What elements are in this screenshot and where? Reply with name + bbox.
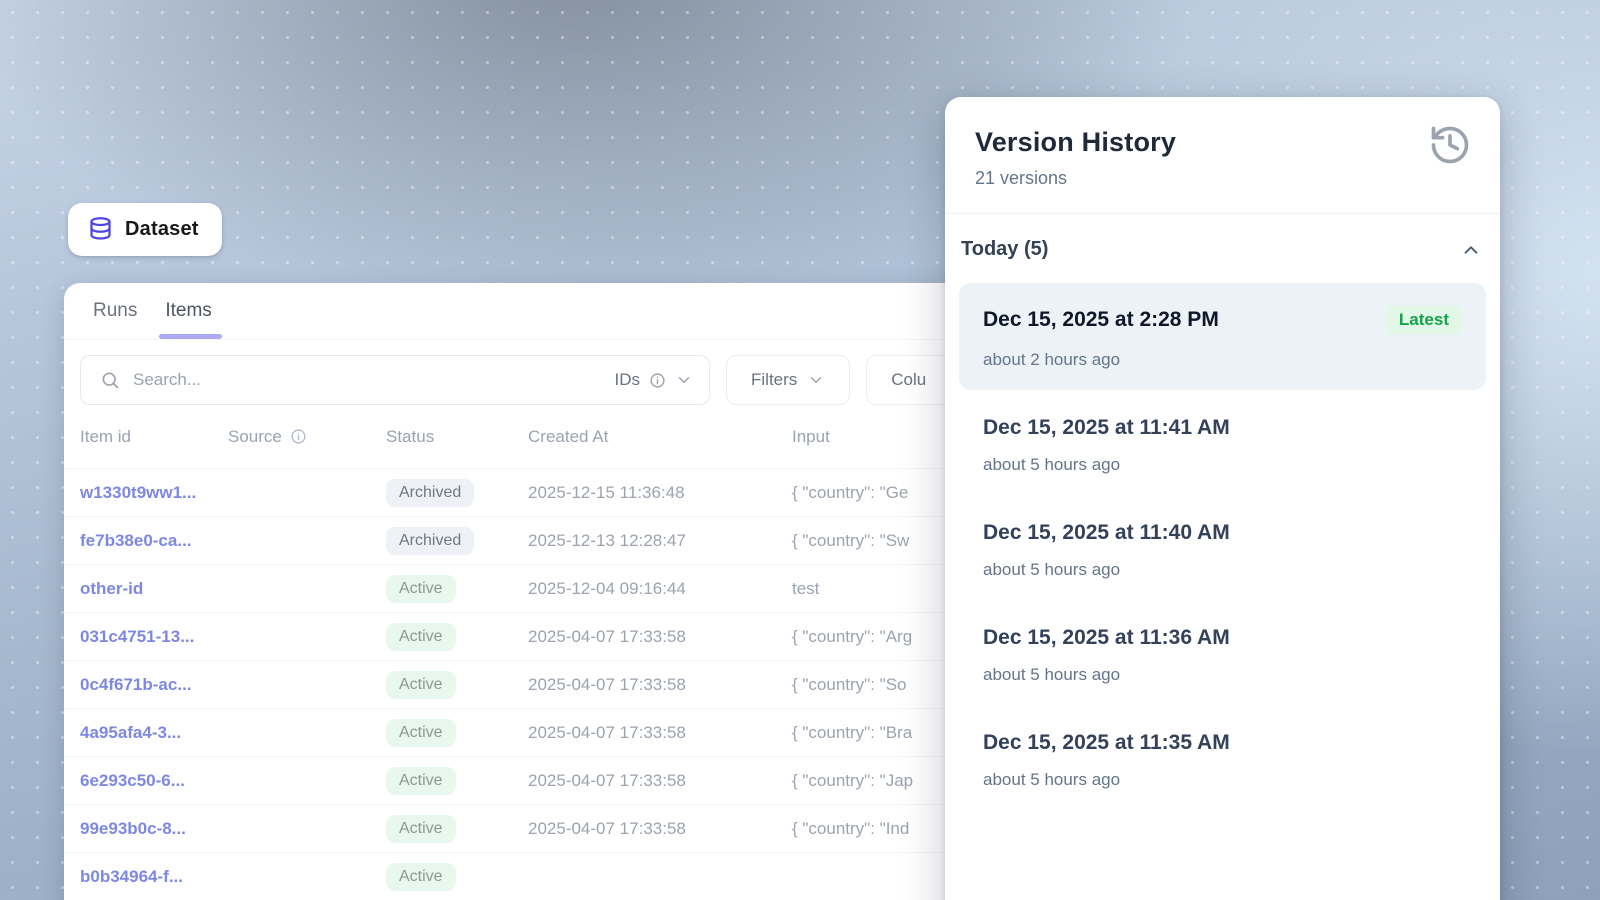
created-at-cell: 2025-04-07 17:33:58 [528,723,792,743]
filters-button-label: Filters [751,370,797,390]
version-relative-time: about 5 hours ago [983,560,1462,580]
chevron-up-icon[interactable] [1460,239,1482,261]
status-badge: Archived [386,527,474,555]
version-date: Dec 15, 2025 at 2:28 PM [983,308,1219,332]
version-date: Dec 15, 2025 at 11:40 AM [983,521,1230,545]
history-icon [1428,123,1472,167]
version-history-title: Version History [975,127,1470,158]
item-id-link[interactable]: other-id [80,579,143,598]
column-header-item-id: Item id [80,427,228,447]
item-id-link[interactable]: 6e293c50-6... [80,771,185,790]
tab-runs[interactable]: Runs [93,300,137,339]
status-badge: Active [386,623,456,651]
version-relative-time: about 5 hours ago [983,665,1462,685]
item-id-link[interactable]: 0c4f671b-ac... [80,675,192,694]
columns-button-label: Colu [891,370,926,390]
search-input[interactable] [133,370,602,390]
item-id-link[interactable]: 99e93b0c-8... [80,819,186,838]
version-history-panel: Version History 21 versions Today (5) De… [945,97,1500,900]
latest-badge: Latest [1386,305,1462,335]
version-history-header: Version History 21 versions [945,97,1500,214]
version-entry[interactable]: Dec 15, 2025 at 11:41 AM about 5 hours a… [959,394,1486,495]
status-badge: Active [386,767,456,795]
column-header-created-at: Created At [528,427,792,447]
tab-items[interactable]: Items [165,300,211,339]
database-icon [87,216,114,243]
search-box[interactable]: IDs [80,355,710,405]
chevron-down-icon [675,371,693,389]
column-header-source: Source [228,427,386,447]
created-at-cell: 2025-04-07 17:33:58 [528,627,792,647]
version-relative-time: about 5 hours ago [983,770,1462,790]
version-count: 21 versions [975,168,1470,189]
created-at-cell: 2025-04-07 17:33:58 [528,819,792,839]
status-badge: Active [386,575,456,603]
version-entries-list: Dec 15, 2025 at 2:28 PM Latest about 2 h… [959,283,1486,810]
status-badge: Active [386,671,456,699]
version-relative-time: about 5 hours ago [983,455,1462,475]
version-relative-time: about 2 hours ago [983,350,1462,370]
item-id-link[interactable]: b0b34964-f... [80,867,183,886]
item-id-link[interactable]: 4a95afa4-3... [80,723,181,742]
created-at-cell: 2025-12-15 11:36:48 [528,483,792,503]
status-badge: Active [386,815,456,843]
dataset-chip-label: Dataset [125,218,199,241]
version-entry[interactable]: Dec 15, 2025 at 11:35 AM about 5 hours a… [959,709,1486,810]
version-group-label: Today (5) [961,238,1048,261]
chevron-down-icon [807,371,825,389]
status-badge: Active [386,863,456,891]
version-entry[interactable]: Dec 15, 2025 at 2:28 PM Latest about 2 h… [959,283,1486,390]
item-id-link[interactable]: fe7b38e0-ca... [80,531,192,550]
ids-selector[interactable]: IDs [615,370,694,390]
version-entry[interactable]: Dec 15, 2025 at 11:40 AM about 5 hours a… [959,499,1486,600]
created-at-cell: 2025-04-07 17:33:58 [528,675,792,695]
version-date: Dec 15, 2025 at 11:36 AM [983,626,1230,650]
version-date: Dec 15, 2025 at 11:41 AM [983,416,1230,440]
search-icon [100,370,120,390]
created-at-cell: 2025-04-07 17:33:58 [528,771,792,791]
filters-button[interactable]: Filters [726,355,850,405]
item-id-link[interactable]: w1330t9ww1... [80,483,196,502]
version-entry[interactable]: Dec 15, 2025 at 11:36 AM about 5 hours a… [959,604,1486,705]
created-at-cell: 2025-12-13 12:28:47 [528,531,792,551]
status-badge: Archived [386,479,474,507]
info-icon [649,372,666,389]
dataset-chip[interactable]: Dataset [68,203,222,256]
column-header-status: Status [386,427,528,447]
ids-selector-label: IDs [615,370,641,390]
version-group-header[interactable]: Today (5) [959,238,1486,261]
status-badge: Active [386,719,456,747]
item-id-link[interactable]: 031c4751-13... [80,627,194,646]
info-icon [290,428,307,445]
version-date: Dec 15, 2025 at 11:35 AM [983,731,1230,755]
created-at-cell: 2025-12-04 09:16:44 [528,579,792,599]
version-group-today: Today (5) Dec 15, 2025 at 2:28 PM Latest… [945,214,1500,810]
